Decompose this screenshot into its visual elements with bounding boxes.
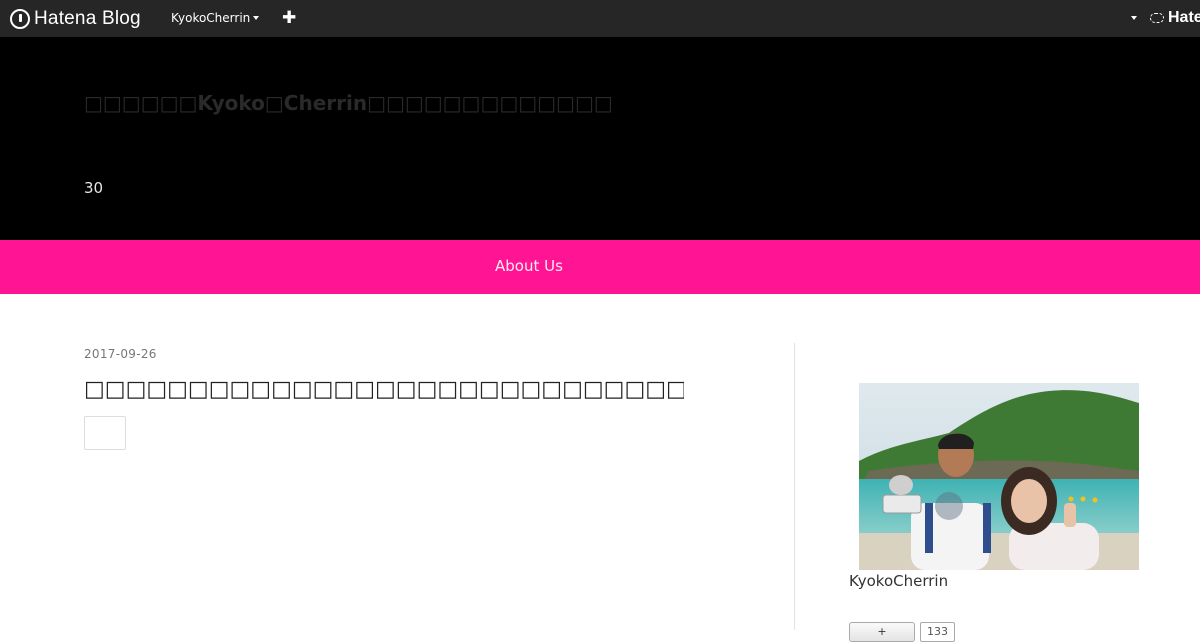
hatena-logo-icon — [10, 8, 30, 29]
profile-image[interactable] — [859, 383, 1139, 570]
follow-button[interactable]: + — [849, 622, 915, 642]
global-nav: About Us — [0, 240, 1200, 294]
column-divider — [794, 343, 795, 630]
follower-count[interactable]: 133 — [920, 622, 955, 642]
hatena-blog-logo[interactable]: Hatena Blog — [10, 7, 141, 30]
hatena-link-text: Hatena — [1168, 9, 1200, 26]
blog-title[interactable]: □□□□□□Kyoko□Cherrin□□□□□□□□□□□□□ — [84, 88, 613, 119]
add-entry-button[interactable]: ✚ — [282, 8, 296, 28]
user-menu[interactable]: KyokoCherrin — [171, 11, 260, 25]
logo-text: Hatena Blog — [34, 7, 141, 29]
profile-name[interactable]: KyokoCherrin — [849, 572, 948, 590]
hatena-mini-icon — [1150, 13, 1164, 23]
caret-down-icon — [253, 16, 260, 20]
entry-date[interactable]: 2017-09-26 — [84, 347, 157, 361]
user-name: KyokoCherrin — [171, 11, 251, 25]
hatena-link[interactable]: Hatena — [1150, 9, 1200, 27]
share-button[interactable] — [84, 416, 126, 450]
blog-description: 30 — [84, 179, 104, 197]
nav-item-about-us[interactable]: About Us — [495, 257, 563, 275]
menu-caret-down-icon[interactable] — [1131, 16, 1137, 20]
blog-header: □□□□□□Kyoko□Cherrin□□□□□□□□□□□□□ 30 — [0, 37, 1200, 240]
global-header: Hatena Blog KyokoCherrin ✚ Hatena — [0, 0, 1200, 37]
entry-title[interactable]: □□□□□□□□□□□□□□□□□□□□□□□□□□□□□□□□□□□□□□□□ — [84, 377, 684, 402]
